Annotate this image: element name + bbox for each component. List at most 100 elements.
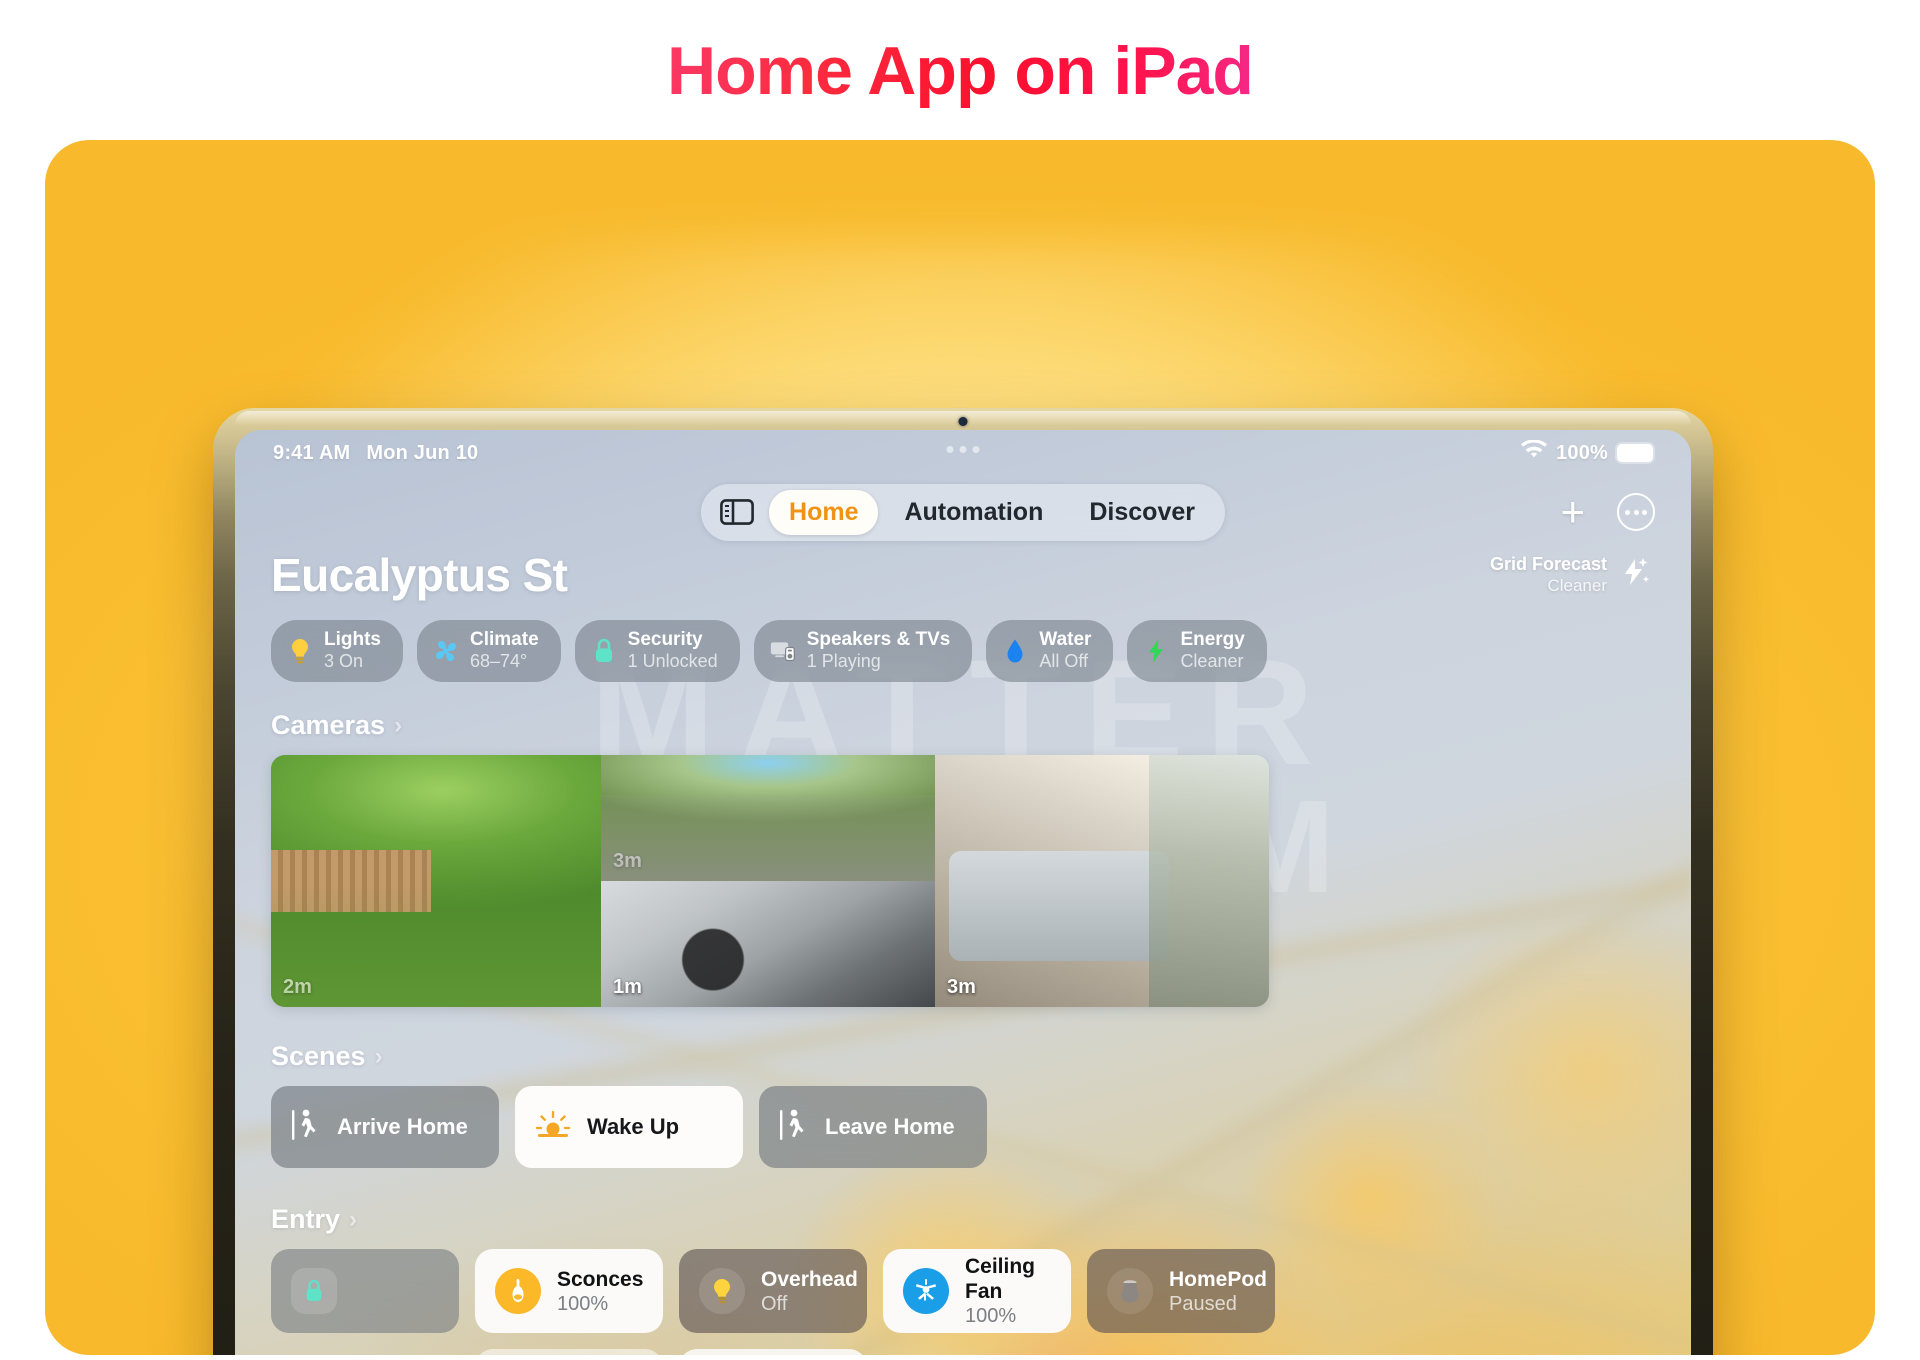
chevron-right-icon: › — [374, 1042, 383, 1070]
status-chip-energy[interactable]: Energy Cleaner — [1127, 620, 1267, 683]
chip-state: 3 On — [324, 651, 364, 672]
scene-arrive-home[interactable]: Arrive Home — [271, 1086, 499, 1169]
camera-timestamp: 2m — [283, 976, 312, 999]
sconce-lamp-icon — [495, 1268, 541, 1315]
living-room-camera[interactable]: 3m — [935, 755, 1269, 1008]
grid-forecast-title: Grid Forecast — [1489, 554, 1607, 574]
accessory-label: Ceiling Fan — [965, 1255, 1036, 1304]
status-bar-right: 100% — [1521, 439, 1653, 466]
tab-home[interactable]: Home — [769, 489, 879, 535]
entry-accessories: Sconces 100% Overhead Off Ceiling Fan 10… — [271, 1249, 1561, 1355]
accessory-ceiling-fan[interactable]: Ceiling Fan 100% — [883, 1249, 1071, 1334]
status-chip-text: Speakers & TVs 1 Playing — [807, 629, 951, 673]
device-mockup-frame: MATTER VIETNAM 9:41 AM Mon Jun 10 100% — [45, 140, 1875, 1355]
backyard-camera[interactable]: 2m — [271, 755, 601, 1008]
accessory-sconces[interactable]: Sconces 100% — [475, 1249, 663, 1334]
chip-state: Cleaner — [1180, 651, 1244, 672]
battery-full-icon — [1617, 444, 1653, 462]
ipad-screen: MATTER VIETNAM 9:41 AM Mon Jun 10 100% — [235, 430, 1691, 1355]
chip-state: 68–74° — [470, 651, 528, 672]
lock-icon — [591, 638, 617, 664]
camera-timestamp: 1m — [613, 976, 642, 999]
water-drop-icon — [1002, 638, 1028, 664]
speaker-tv-icon — [770, 638, 796, 664]
chip-name: Lights — [324, 629, 381, 650]
scene-label: Wake Up — [587, 1114, 680, 1140]
accessory-state: Paused — [1169, 1292, 1237, 1315]
top-nav-bar: Home Automation Discover — [235, 482, 1691, 542]
page-home-name: Eucalyptus St — [271, 549, 568, 601]
chip-state: All Off — [1039, 651, 1089, 672]
status-bar-left: 9:41 AM Mon Jun 10 — [273, 442, 478, 465]
status-date: Mon Jun 10 — [366, 441, 479, 464]
scene-leave-home[interactable]: Leave Home — [759, 1086, 987, 1169]
bolt-icon — [1143, 638, 1169, 664]
status-chip-text: Climate 68–74° — [470, 629, 539, 673]
accessory-overhead[interactable]: Overhead Off — [679, 1249, 867, 1334]
accessory-text: HomePod Paused — [1169, 1267, 1267, 1316]
section-header-scenes[interactable]: Scenes › — [271, 1041, 1655, 1072]
accessory-label: Overhead — [761, 1267, 858, 1291]
camera-grid: 2m 3m 1m 3m — [271, 755, 1269, 1008]
camera-timestamp: 3m — [613, 850, 642, 873]
battery-percent: 100% — [1556, 441, 1608, 464]
ellipsis-circle-icon[interactable] — [1617, 493, 1655, 531]
ceiling-fan-icon — [903, 1268, 949, 1315]
ipad-device: MATTER VIETNAM 9:41 AM Mon Jun 10 100% — [213, 408, 1713, 1355]
page-title: Home App on iPad — [0, 32, 1920, 110]
section-title: Scenes — [271, 1041, 366, 1072]
camera-column-middle: 3m 1m — [601, 755, 935, 1008]
accessory-state: 100% — [965, 1305, 1017, 1328]
garage-camera[interactable]: 1m — [601, 881, 935, 1008]
driveway-camera[interactable]: 3m — [601, 755, 935, 882]
section-title: Cameras — [271, 710, 386, 741]
accessory-label: HomePod — [1169, 1267, 1268, 1291]
figure-walk-leave-icon — [779, 1106, 809, 1149]
chip-state: 1 Playing — [806, 651, 881, 672]
status-chip-water[interactable]: Water All Off — [986, 620, 1114, 683]
grid-forecast[interactable]: Grid Forecast Cleaner — [1490, 554, 1651, 596]
status-chip-text: Water All Off — [1039, 629, 1091, 673]
accessory-text: Overhead Off — [761, 1267, 858, 1316]
chip-name: Water — [1039, 629, 1092, 650]
accessory-tile-partial-1[interactable] — [475, 1349, 663, 1355]
grid-forecast-text: Grid Forecast Cleaner — [1490, 554, 1607, 596]
plus-icon[interactable]: + — [1560, 491, 1585, 533]
accessory-homepod[interactable]: HomePod Paused — [1087, 1249, 1275, 1334]
tab-automation[interactable]: Automation — [884, 490, 1063, 535]
front-camera-icon — [958, 417, 968, 426]
section-header-entry[interactable]: Entry › — [271, 1204, 1655, 1235]
homepod-icon — [1107, 1268, 1153, 1315]
accessory-tile-partial-2[interactable] — [679, 1349, 867, 1355]
status-chip-climate[interactable]: Climate 68–74° — [417, 620, 561, 683]
wifi-icon — [1521, 439, 1548, 466]
multitasking-handle[interactable] — [946, 446, 980, 453]
nav-right-actions: + — [1560, 482, 1655, 542]
lightbulb-icon — [287, 638, 313, 664]
chip-name: Climate — [470, 629, 539, 650]
tab-discover[interactable]: Discover — [1069, 490, 1215, 535]
lock-icon — [291, 1268, 337, 1315]
sidebar-toggle-icon[interactable] — [711, 491, 763, 533]
accessory-state: Off — [761, 1292, 788, 1315]
scene-label: Arrive Home — [337, 1114, 468, 1140]
status-chip-lights[interactable]: Lights 3 On — [271, 620, 403, 683]
nav-segmented-control: Home Automation Discover — [701, 483, 1225, 541]
figure-walk-arrive-icon — [291, 1106, 321, 1149]
scene-wake-up[interactable]: Wake Up — [515, 1086, 743, 1169]
status-chip-security[interactable]: Security 1 Unlocked — [574, 620, 740, 683]
entry-tile-row-partial — [271, 1349, 1561, 1355]
status-time: 9:41 AM — [273, 441, 351, 464]
chevron-right-icon: › — [394, 711, 403, 739]
accessory-front-door-lock[interactable] — [271, 1249, 459, 1334]
home-content: Grid Forecast Cleaner Eucalyptus St Ligh… — [235, 548, 1691, 1355]
section-header-cameras[interactable]: Cameras › — [271, 710, 1655, 741]
status-bar: 9:41 AM Mon Jun 10 100% — [235, 430, 1691, 476]
accessory-text: Sconces 100% — [557, 1267, 643, 1316]
accessory-state: 100% — [557, 1292, 609, 1315]
fan-icon — [433, 638, 459, 664]
scene-label: Leave Home — [825, 1114, 955, 1140]
sunrise-icon — [535, 1110, 571, 1145]
chip-name: Speakers & TVs — [806, 629, 951, 650]
status-chip-speakers-tvs[interactable]: Speakers & TVs 1 Playing — [753, 620, 973, 683]
